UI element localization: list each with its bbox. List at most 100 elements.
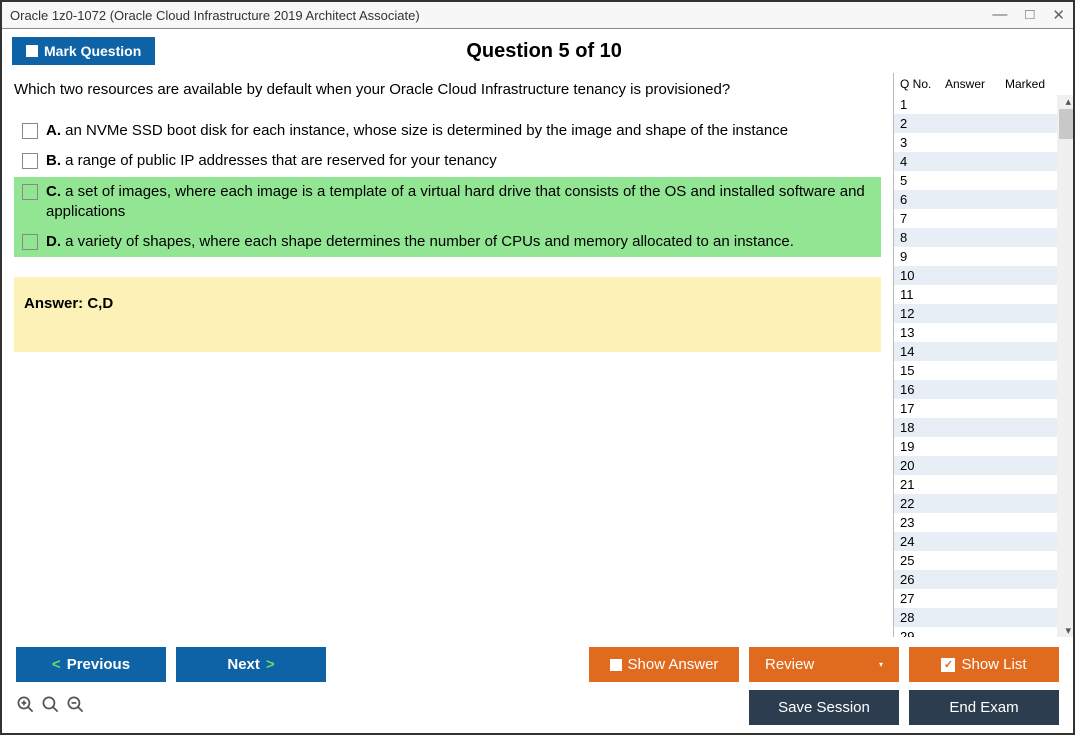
- list-item[interactable]: 6: [894, 190, 1073, 209]
- qno-cell: 15: [900, 363, 945, 378]
- end-exam-button[interactable]: End Exam: [909, 690, 1059, 725]
- main-panel: Which two resources are available by def…: [2, 73, 893, 637]
- qno-cell: 19: [900, 439, 945, 454]
- list-item[interactable]: 13: [894, 323, 1073, 342]
- mark-question-button[interactable]: Mark Question: [12, 37, 155, 65]
- zoom-reset-icon[interactable]: [41, 695, 60, 720]
- question-list-sidebar: Q No. Answer Marked 12345678910111213141…: [893, 73, 1073, 637]
- option-checkbox[interactable]: [22, 123, 38, 139]
- save-session-label: Save Session: [778, 699, 870, 716]
- list-item[interactable]: 23: [894, 513, 1073, 532]
- mark-question-label: Mark Question: [44, 43, 141, 59]
- qno-cell: 16: [900, 382, 945, 397]
- col-qno: Q No.: [900, 77, 945, 91]
- list-item[interactable]: 11: [894, 285, 1073, 304]
- sidebar-list[interactable]: 1234567891011121314151617181920212223242…: [894, 95, 1073, 637]
- list-item[interactable]: 10: [894, 266, 1073, 285]
- list-item[interactable]: 12: [894, 304, 1073, 323]
- qno-cell: 21: [900, 477, 945, 492]
- maximize-icon[interactable]: □: [1025, 6, 1034, 24]
- list-item[interactable]: 18: [894, 418, 1073, 437]
- list-item[interactable]: 7: [894, 209, 1073, 228]
- option-B[interactable]: B. a range of public IP addresses that a…: [14, 146, 881, 176]
- show-list-button[interactable]: ✓ Show List: [909, 647, 1059, 682]
- option-A[interactable]: A. an NVMe SSD boot disk for each instan…: [14, 116, 881, 146]
- qno-cell: 5: [900, 173, 945, 188]
- list-item[interactable]: 1: [894, 95, 1073, 114]
- qno-cell: 9: [900, 249, 945, 264]
- col-marked: Marked: [1005, 77, 1055, 91]
- qno-cell: 26: [900, 572, 945, 587]
- scroll-thumb[interactable]: [1059, 109, 1073, 139]
- list-item[interactable]: 14: [894, 342, 1073, 361]
- qno-cell: 7: [900, 211, 945, 226]
- chevron-down-icon: ▾: [879, 660, 883, 669]
- show-list-label: Show List: [961, 656, 1026, 673]
- qno-cell: 29: [900, 629, 945, 637]
- square-icon: [610, 659, 622, 671]
- review-button[interactable]: Review ▾: [749, 647, 899, 682]
- window-title: Oracle 1z0-1072 (Oracle Cloud Infrastruc…: [10, 8, 420, 23]
- list-item[interactable]: 22: [894, 494, 1073, 513]
- list-item[interactable]: 17: [894, 399, 1073, 418]
- list-item[interactable]: 5: [894, 171, 1073, 190]
- option-checkbox[interactable]: [22, 234, 38, 250]
- list-item[interactable]: 9: [894, 247, 1073, 266]
- zoom-in-icon[interactable]: [16, 695, 35, 720]
- list-item[interactable]: 2: [894, 114, 1073, 133]
- qno-cell: 27: [900, 591, 945, 606]
- list-item[interactable]: 8: [894, 228, 1073, 247]
- zoom-out-icon[interactable]: [66, 695, 85, 720]
- qno-cell: 3: [900, 135, 945, 150]
- review-label: Review: [765, 656, 814, 673]
- zoom-controls: [16, 695, 85, 720]
- end-exam-label: End Exam: [949, 699, 1018, 716]
- list-item[interactable]: 29: [894, 627, 1073, 637]
- chevron-right-icon: >: [266, 656, 275, 673]
- sidebar-header: Q No. Answer Marked: [894, 73, 1073, 95]
- list-item[interactable]: 27: [894, 589, 1073, 608]
- list-item[interactable]: 26: [894, 570, 1073, 589]
- next-button[interactable]: Next >: [176, 647, 326, 682]
- option-checkbox[interactable]: [22, 153, 38, 169]
- chevron-left-icon: <: [52, 656, 61, 673]
- question-text: Which two resources are available by def…: [14, 81, 881, 98]
- qno-cell: 14: [900, 344, 945, 359]
- list-item[interactable]: 20: [894, 456, 1073, 475]
- list-item[interactable]: 21: [894, 475, 1073, 494]
- qno-cell: 22: [900, 496, 945, 511]
- qno-cell: 6: [900, 192, 945, 207]
- topbar: Mark Question Question 5 of 10: [2, 29, 1073, 73]
- option-label: B. a range of public IP addresses that a…: [46, 151, 497, 171]
- scroll-down-icon[interactable]: ▾: [1065, 624, 1071, 637]
- option-label: D. a variety of shapes, where each shape…: [46, 232, 794, 252]
- qno-cell: 20: [900, 458, 945, 473]
- qno-cell: 11: [900, 287, 945, 302]
- titlebar: Oracle 1z0-1072 (Oracle Cloud Infrastruc…: [2, 2, 1073, 29]
- close-icon[interactable]: ✕: [1052, 6, 1065, 24]
- previous-button[interactable]: < Previous: [16, 647, 166, 682]
- save-session-button[interactable]: Save Session: [749, 690, 899, 725]
- qno-cell: 1: [900, 97, 945, 112]
- list-item[interactable]: 28: [894, 608, 1073, 627]
- list-item[interactable]: 15: [894, 361, 1073, 380]
- list-item[interactable]: 24: [894, 532, 1073, 551]
- list-item[interactable]: 19: [894, 437, 1073, 456]
- option-label: A. an NVMe SSD boot disk for each instan…: [46, 121, 788, 141]
- option-C[interactable]: C. a set of images, where each image is …: [14, 177, 881, 228]
- col-answer: Answer: [945, 77, 1005, 91]
- list-item[interactable]: 4: [894, 152, 1073, 171]
- option-D[interactable]: D. a variety of shapes, where each shape…: [14, 227, 881, 257]
- qno-cell: 13: [900, 325, 945, 340]
- list-item[interactable]: 3: [894, 133, 1073, 152]
- checkbox-icon: [26, 45, 38, 57]
- qno-cell: 10: [900, 268, 945, 283]
- list-item[interactable]: 25: [894, 551, 1073, 570]
- list-item[interactable]: 16: [894, 380, 1073, 399]
- minimize-icon[interactable]: —: [992, 6, 1007, 24]
- option-checkbox[interactable]: [22, 184, 38, 200]
- qno-cell: 8: [900, 230, 945, 245]
- scroll-up-icon[interactable]: ▴: [1065, 95, 1071, 108]
- scrollbar[interactable]: ▴ ▾: [1057, 95, 1073, 637]
- show-answer-button[interactable]: Show Answer: [589, 647, 739, 682]
